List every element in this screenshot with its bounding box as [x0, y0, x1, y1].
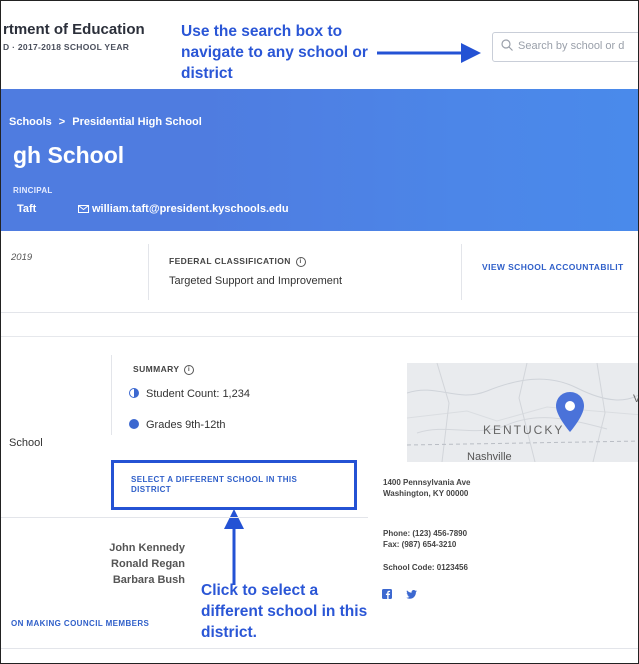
- map-state-label: KENTUCKY: [483, 423, 565, 437]
- federal-classification-value: Targeted Support and Improvement: [169, 275, 343, 287]
- breadcrumb-current: Presidential High School: [72, 116, 202, 128]
- school-code: School Code: 0123456: [383, 563, 468, 572]
- principal-name: Taft: [17, 203, 37, 215]
- council-members-link[interactable]: ON MAKING COUNCIL MEMBERS: [11, 619, 149, 628]
- footer-divider: [1, 648, 638, 649]
- fax-number: Fax: (987) 654-3210: [383, 540, 457, 549]
- select-different-school-highlight: SELECT A DIFFERENT SCHOOL IN THIS DISTRI…: [111, 460, 357, 510]
- page-title: gh School: [13, 142, 125, 168]
- site-header: rtment of Education D · 2017-2018 SCHOOL…: [1, 1, 638, 89]
- principal-email-link[interactable]: william.taft@president.kyschools.edu: [78, 203, 289, 215]
- mail-icon: [78, 205, 89, 214]
- federal-classification-label-text: FEDERAL CLASSIFICATION: [169, 256, 291, 266]
- map-edge-label: V: [633, 393, 638, 405]
- page-frame: rtment of Education D · 2017-2018 SCHOOL…: [0, 0, 639, 664]
- twitter-icon[interactable]: [406, 586, 418, 604]
- school-details: School SUMMARY i Student Count: 1,234 Gr…: [1, 336, 638, 649]
- breadcrumb-schools-link[interactable]: Schools: [9, 116, 52, 128]
- select-different-school-link[interactable]: SELECT A DIFFERENT SCHOOL IN THIS DISTRI…: [131, 475, 336, 495]
- strip-divider: [148, 244, 149, 300]
- facebook-icon[interactable]: [382, 586, 392, 604]
- map-pin-icon[interactable]: [556, 392, 584, 432]
- department-school-year: D · 2017-2018 SCHOOL YEAR: [3, 42, 130, 52]
- breadcrumb-separator: >: [58, 116, 66, 128]
- select-school-callout-annotation: Click to select a different school in th…: [201, 582, 368, 641]
- search-input[interactable]: Search by school or d: [492, 32, 638, 62]
- annotation-arrow-up-icon: [224, 509, 244, 585]
- info-icon[interactable]: i: [184, 364, 195, 375]
- map-lines: [407, 363, 638, 462]
- breadcrumb: Schools > Presidential High School: [9, 116, 202, 128]
- student-count: Student Count: 1,234: [129, 388, 250, 400]
- school-year-text: 2019: [11, 252, 33, 263]
- summary-label-text: SUMMARY: [133, 364, 180, 374]
- view-school-accountability-link[interactable]: VIEW SCHOOL ACCOUNTABILIT: [482, 262, 624, 272]
- strip-divider: [461, 244, 462, 300]
- council-member: John Kennedy: [109, 542, 185, 554]
- summary-label: SUMMARY i: [133, 364, 195, 375]
- search-callout-annotation: Use the search box to navigate to any sc…: [181, 23, 368, 82]
- grades-text: Grades 9th-12th: [146, 419, 226, 431]
- school-address: 1400 Pennsylvania Ave Washington, KY 000…: [383, 477, 470, 499]
- address-line-1: 1400 Pennsylvania Ave: [383, 478, 471, 487]
- section-divider: [1, 517, 368, 518]
- search-placeholder: Search by school or d: [518, 40, 625, 52]
- council-member: Ronald Regan: [111, 558, 185, 570]
- search-icon: [501, 39, 513, 51]
- info-icon[interactable]: i: [295, 256, 306, 267]
- department-name[interactable]: rtment of Education: [3, 21, 145, 38]
- annotation-arrow-right-icon: [377, 43, 481, 63]
- principal-label: RINCIPAL: [13, 186, 53, 195]
- social-links: [382, 586, 427, 604]
- federal-classification-label: FEDERAL CLASSIFICATION i: [169, 256, 306, 267]
- grades: Grades 9th-12th: [129, 419, 226, 431]
- school-name-fragment: School: [9, 437, 43, 449]
- address-line-2: Washington, KY 00000: [383, 489, 469, 498]
- student-count-text: Student Count: 1,234: [146, 388, 250, 400]
- classification-strip: 2019 FEDERAL CLASSIFICATION i Targeted S…: [1, 232, 638, 313]
- phone-number: Phone: (123) 456-7890: [383, 529, 468, 538]
- half-circle-icon: [129, 388, 139, 398]
- school-banner: Schools > Presidential High School gh Scho…: [1, 89, 638, 231]
- map-city-label: Nashville: [467, 451, 512, 462]
- column-divider: [111, 355, 112, 435]
- council-member: Barbara Bush: [112, 574, 185, 586]
- principal-email-text: william.taft@president.kyschools.edu: [92, 203, 289, 215]
- school-location-map[interactable]: KENTUCKY Nashville V: [407, 363, 638, 462]
- grade-icon: [129, 419, 139, 429]
